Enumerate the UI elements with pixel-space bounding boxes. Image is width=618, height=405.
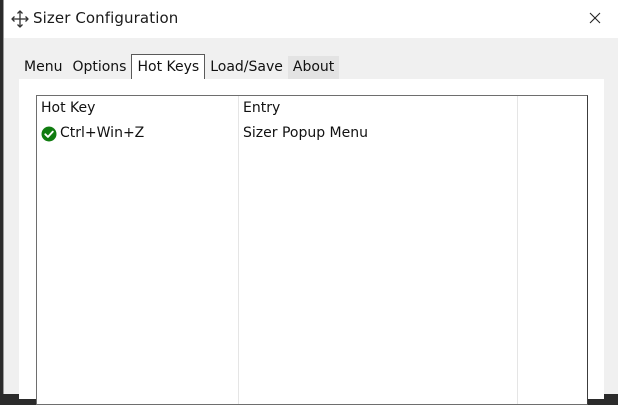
- hot-key-value: Ctrl+Win+Z: [60, 125, 145, 141]
- hot-keys-list[interactable]: Hot Key Entry Ctrl+Win+Z Sizer Popup Men…: [36, 95, 588, 405]
- column-header-hot-key[interactable]: Hot Key: [41, 100, 95, 116]
- tab-strip: Menu Options Hot Keys Load/Save About: [19, 54, 340, 79]
- tab-about[interactable]: About: [287, 56, 340, 79]
- close-button[interactable]: [572, 0, 618, 36]
- tab-load-save[interactable]: Load/Save: [205, 56, 288, 79]
- close-icon: [589, 12, 601, 24]
- entry-value: Sizer Popup Menu: [243, 125, 368, 141]
- tab-options[interactable]: Options: [67, 56, 132, 79]
- check-circle-icon: [41, 126, 57, 142]
- hot-keys-panel: Hot Key Entry Ctrl+Win+Z Sizer Popup Men…: [19, 79, 604, 405]
- tab-menu[interactable]: Menu: [19, 56, 68, 79]
- sizer-configuration-window: Sizer Configuration Menu Options Hot Key…: [3, 0, 618, 405]
- move-arrows-icon: [11, 10, 29, 28]
- tab-hot-keys[interactable]: Hot Keys: [131, 54, 206, 79]
- table-row[interactable]: Ctrl+Win+Z Sizer Popup Menu: [37, 124, 587, 146]
- column-header-entry[interactable]: Entry: [243, 100, 280, 116]
- title-bar[interactable]: Sizer Configuration: [4, 0, 618, 38]
- window-title: Sizer Configuration: [33, 9, 179, 27]
